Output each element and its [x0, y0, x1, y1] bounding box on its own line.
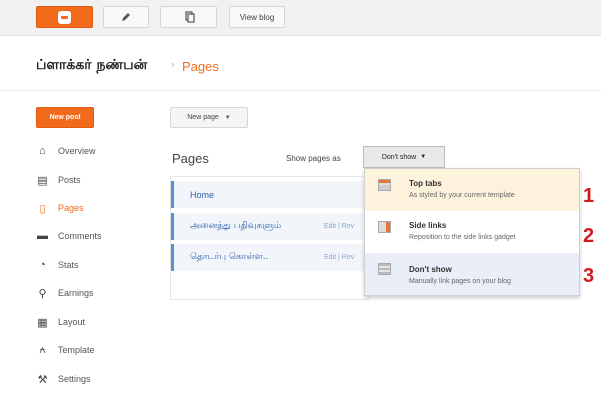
- page-title: Pages: [182, 59, 219, 74]
- view-blog-button[interactable]: View blog: [229, 6, 285, 28]
- top-tabs-icon: [378, 179, 391, 191]
- list-item[interactable]: Home: [171, 181, 371, 208]
- wrench-icon: ⚒: [37, 373, 48, 386]
- sidebar-item-pages[interactable]: ▯ Pages: [36, 200, 84, 216]
- sidebar-item-label: Earnings: [58, 288, 94, 298]
- sidebar-item-comments[interactable]: ▬ Comments: [36, 228, 102, 244]
- top-toolbar: View blog: [0, 0, 601, 36]
- blogger-icon: [58, 10, 71, 24]
- view-blog-label: View blog: [239, 12, 275, 22]
- callout-number: 3: [583, 265, 595, 287]
- page-actions[interactable]: Edit | Rev: [324, 223, 354, 230]
- side-links-icon: [378, 221, 391, 233]
- trophy-icon: ⚲: [38, 287, 47, 300]
- template-icon: ⍲: [39, 343, 46, 356]
- dont-show-icon: [378, 263, 391, 275]
- pencil-icon: [122, 13, 130, 21]
- menu-option-description: Reposition to the side links gadget: [409, 234, 516, 241]
- pages-list-button[interactable]: [160, 6, 217, 28]
- menu-option-title: Side links: [409, 221, 447, 230]
- copy-icon: [184, 11, 195, 23]
- menu-option-description: Manually link pages on your blog: [409, 278, 511, 285]
- sidebar-item-label: Comments: [58, 231, 102, 241]
- pages-list: Home அனைத்து பதிவுகளும் Edit | Rev தொடர்…: [170, 176, 371, 300]
- sidebar-item-label: Stats: [58, 260, 79, 270]
- new-page-button[interactable]: New page ▼: [170, 107, 248, 128]
- show-pages-menu: Top tabs As styled by your current templ…: [364, 168, 580, 296]
- page-title-link[interactable]: Home: [190, 190, 214, 200]
- page-title-link[interactable]: அனைத்து பதிவுகளும்: [190, 221, 281, 232]
- callout-number: 2: [583, 225, 595, 247]
- header-divider: [0, 90, 601, 91]
- menu-option-dont-show[interactable]: Don't show Manually link pages on your b…: [365, 253, 579, 295]
- chevron-down-icon: ▼: [224, 114, 231, 121]
- sidebar-item-label: Settings: [58, 374, 91, 384]
- list-item[interactable]: அனைத்து பதிவுகளும் Edit | Rev: [171, 213, 371, 240]
- new-page-label: New page: [187, 114, 219, 121]
- sidebar-item-stats[interactable]: ◔ Stats: [36, 257, 79, 273]
- home-icon: ⌂: [39, 145, 46, 157]
- show-pages-select[interactable]: Don't show ▼: [363, 146, 445, 168]
- menu-option-side-links[interactable]: Side links Reposition to the side links …: [365, 211, 579, 253]
- page-actions[interactable]: Edit | Rev: [324, 254, 354, 261]
- sidebar-item-label: Overview: [58, 146, 96, 156]
- new-post-button[interactable]: New post: [36, 107, 94, 128]
- stats-icon: ◔: [39, 259, 46, 271]
- chevron-down-icon: ▼: [420, 154, 427, 160]
- pages-icon: ▯: [39, 202, 46, 215]
- sidebar-item-overview[interactable]: ⌂ Overview: [36, 143, 96, 159]
- page-title-link[interactable]: தொடர்பு கொள்ள..: [190, 252, 268, 263]
- blogger-logo-button[interactable]: [36, 6, 93, 28]
- layout-icon: ▦: [37, 316, 48, 329]
- sidebar-item-earnings[interactable]: ⚲ Earnings: [36, 285, 94, 301]
- sidebar-item-posts[interactable]: ▤ Posts: [36, 172, 81, 188]
- show-pages-label: Show pages as: [286, 154, 341, 163]
- blog-title[interactable]: ப்ளாக்கர் நண்பன்: [36, 57, 147, 75]
- sidebar-item-settings[interactable]: ⚒ Settings: [36, 371, 91, 387]
- menu-option-title: Don't show: [409, 265, 452, 274]
- show-pages-value: Don't show: [381, 153, 417, 161]
- menu-option-title: Top tabs: [409, 179, 442, 188]
- breadcrumb-separator: ›: [171, 59, 175, 71]
- comments-icon: ▬: [37, 230, 48, 242]
- sidebar-item-label: Template: [58, 345, 95, 355]
- sidebar-item-layout[interactable]: ▦ Layout: [36, 314, 85, 330]
- sidebar-item-label: Posts: [58, 175, 81, 185]
- sidebar-item-label: Pages: [58, 203, 84, 213]
- new-post-pencil-button[interactable]: [103, 6, 149, 28]
- sidebar-item-template[interactable]: ⍲ Template: [36, 342, 95, 358]
- menu-option-top-tabs[interactable]: Top tabs As styled by your current templ…: [365, 169, 579, 211]
- list-item[interactable]: தொடர்பு கொள்ள.. Edit | Rev: [171, 244, 371, 271]
- menu-option-description: As styled by your current template: [409, 192, 515, 199]
- posts-icon: ▤: [37, 174, 48, 187]
- sidebar-item-label: Layout: [58, 317, 86, 327]
- callout-number: 1: [583, 185, 595, 207]
- pages-heading: Pages: [172, 151, 209, 166]
